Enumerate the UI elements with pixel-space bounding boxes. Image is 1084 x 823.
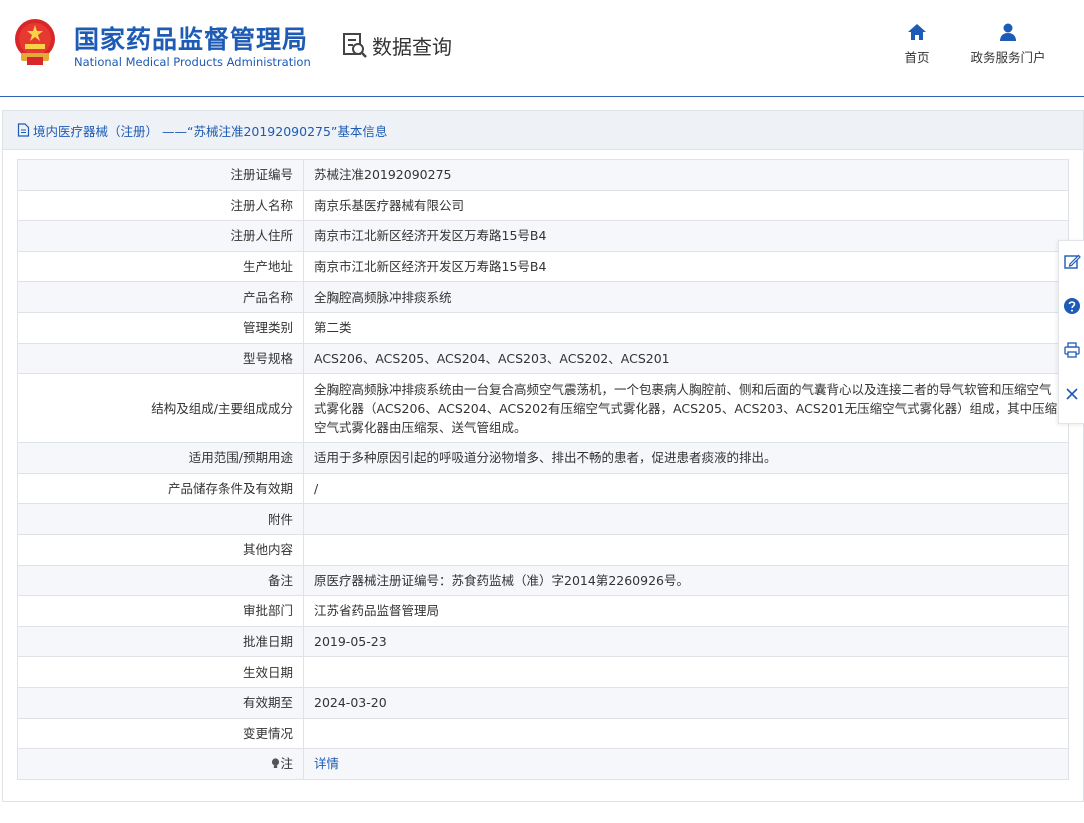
table-row: 管理类别 第二类 bbox=[17, 311, 1069, 344]
field-label: 有效期至 bbox=[17, 686, 304, 719]
field-value: 全胸腔高频脉冲排痰系统 bbox=[303, 281, 1069, 313]
field-label: 结构及组成/主要组成成分 bbox=[17, 373, 304, 444]
field-value bbox=[303, 717, 1069, 750]
field-label: 适用范围/预期用途 bbox=[17, 442, 304, 474]
field-label: 其他内容 bbox=[17, 533, 304, 566]
field-value: / bbox=[303, 472, 1069, 505]
site-title-cn: 国家药品监督管理局 bbox=[74, 25, 309, 54]
field-label: 注册人住所 bbox=[17, 220, 304, 252]
field-label: 变更情况 bbox=[17, 717, 304, 750]
table-row: 注册人住所 南京市江北新区经济开发区万寿路15号B4 bbox=[17, 220, 1069, 252]
field-label: 注册证编号 bbox=[17, 159, 304, 191]
table-row-note: 注 详情 bbox=[17, 748, 1069, 780]
document-icon bbox=[17, 123, 30, 137]
field-value: 南京市江北新区经济开发区万寿路15号B4 bbox=[303, 220, 1069, 252]
table-row: 注册人名称 南京乐基医疗器械有限公司 bbox=[17, 189, 1069, 222]
field-label: 批准日期 bbox=[17, 625, 304, 658]
side-toolbar bbox=[1058, 240, 1084, 424]
note-value-cell: 详情 bbox=[303, 748, 1069, 780]
table-row: 有效期至 2024-03-20 bbox=[17, 686, 1069, 719]
site-header: 国家药品监督管理局 National Medical Products Admi… bbox=[0, 0, 1084, 97]
note-label-cell: 注 bbox=[17, 748, 304, 780]
nav-portal-label: 政务服务门户 bbox=[970, 50, 1046, 65]
table-row: 批准日期 2019-05-23 bbox=[17, 625, 1069, 658]
field-value: ACS206、ACS205、ACS204、ACS203、ACS202、ACS20… bbox=[303, 342, 1069, 375]
panel-title: 境内医疗器械（注册） ——“苏械注准20192090275”基本信息 bbox=[3, 111, 1083, 150]
table-row: 备注 原医疗器械注册证编号：苏食药监械（准）字2014第2260926号。 bbox=[17, 564, 1069, 597]
info-panel: 境内医疗器械（注册） ——“苏械注准20192090275”基本信息 注册证编号… bbox=[2, 110, 1084, 802]
field-label: 管理类别 bbox=[17, 311, 304, 344]
close-icon[interactable] bbox=[1063, 385, 1081, 403]
table-row: 注册证编号 苏械注准20192090275 bbox=[17, 159, 1069, 191]
table-row: 型号规格 ACS206、ACS205、ACS204、ACS203、ACS202、… bbox=[17, 342, 1069, 375]
field-value bbox=[303, 503, 1069, 535]
national-emblem-icon bbox=[15, 19, 55, 65]
registration-info-table: 注册证编号 苏械注准20192090275 注册人名称 南京乐基医疗器械有限公司… bbox=[17, 159, 1069, 780]
field-label: 备注 bbox=[17, 564, 304, 597]
field-label: 生产地址 bbox=[17, 250, 304, 283]
field-value: 原医疗器械注册证编号：苏食药监械（准）字2014第2260926号。 bbox=[303, 564, 1069, 597]
section-title: 数据查询 bbox=[372, 34, 452, 59]
details-link[interactable]: 详情 bbox=[314, 756, 339, 771]
field-label: 注册人名称 bbox=[17, 189, 304, 222]
field-value: 第二类 bbox=[303, 311, 1069, 344]
field-value: 2019-05-23 bbox=[303, 625, 1069, 658]
table-row: 变更情况 bbox=[17, 717, 1069, 750]
nav-service-portal[interactable]: 政务服务门户 bbox=[962, 22, 1054, 66]
data-search-icon bbox=[343, 33, 367, 58]
section-heading: 数据查询 bbox=[342, 30, 452, 60]
panel-title-text: 境内医疗器械（注册） ——“苏械注准20192090275”基本信息 bbox=[33, 123, 388, 139]
table-row: 产品名称 全胸腔高频脉冲排痰系统 bbox=[17, 281, 1069, 313]
field-label: 产品名称 bbox=[17, 281, 304, 313]
home-icon bbox=[908, 24, 926, 40]
field-value: 苏械注准20192090275 bbox=[303, 159, 1069, 191]
note-label: 注 bbox=[280, 756, 293, 772]
table-row: 其他内容 bbox=[17, 533, 1069, 566]
field-value: 南京乐基医疗器械有限公司 bbox=[303, 189, 1069, 222]
field-label: 生效日期 bbox=[17, 656, 304, 688]
edit-icon[interactable] bbox=[1063, 253, 1081, 271]
field-value: 南京市江北新区经济开发区万寿路15号B4 bbox=[303, 250, 1069, 283]
table-row: 适用范围/预期用途 适用于多种原因引起的呼吸道分泌物增多、排出不畅的患者，促进患… bbox=[17, 442, 1069, 474]
field-value: 2024-03-20 bbox=[303, 686, 1069, 719]
field-label: 审批部门 bbox=[17, 595, 304, 627]
table-row: 生效日期 bbox=[17, 656, 1069, 688]
field-label: 附件 bbox=[17, 503, 304, 535]
help-icon[interactable] bbox=[1063, 297, 1081, 315]
table-row: 结构及组成/主要组成成分 全胸腔高频脉冲排痰系统由一台复合高频空气震荡机，一个包… bbox=[17, 373, 1069, 444]
nav-home[interactable]: 首页 bbox=[896, 22, 938, 66]
field-value: 江苏省药品监督管理局 bbox=[303, 595, 1069, 627]
field-value bbox=[303, 656, 1069, 688]
nav-home-label: 首页 bbox=[904, 50, 930, 65]
field-value bbox=[303, 533, 1069, 566]
table-row: 附件 bbox=[17, 503, 1069, 535]
field-value: 适用于多种原因引起的呼吸道分泌物增多、排出不畅的患者，促进患者痰液的排出。 bbox=[303, 442, 1069, 474]
field-label: 产品储存条件及有效期 bbox=[17, 472, 304, 505]
user-icon bbox=[1000, 23, 1016, 41]
print-icon[interactable] bbox=[1063, 341, 1081, 359]
field-value: 全胸腔高频脉冲排痰系统由一台复合高频空气震荡机，一个包裹病人胸腔前、侧和后面的气… bbox=[303, 373, 1069, 444]
field-label: 型号规格 bbox=[17, 342, 304, 375]
table-row: 生产地址 南京市江北新区经济开发区万寿路15号B4 bbox=[17, 250, 1069, 283]
table-row: 审批部门 江苏省药品监督管理局 bbox=[17, 595, 1069, 627]
table-row: 产品储存条件及有效期 / bbox=[17, 472, 1069, 505]
site-title-en: National Medical Products Administration bbox=[74, 55, 311, 69]
